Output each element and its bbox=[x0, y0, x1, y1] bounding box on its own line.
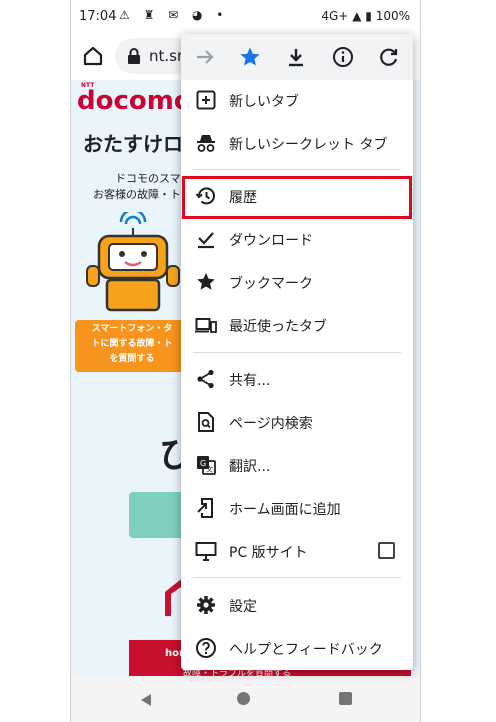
menu-item-label: PC 版サイト bbox=[229, 545, 308, 561]
status-right: 4G+ ▲ ▮ 100% bbox=[321, 9, 410, 23]
info-icon[interactable] bbox=[331, 45, 355, 69]
battery-icon: ▮ bbox=[365, 9, 372, 23]
page-title: おたすけロ bbox=[83, 132, 183, 156]
menu-item-label: ページ内検索 bbox=[229, 416, 313, 432]
translate-icon: G文 bbox=[195, 454, 217, 476]
home-icon[interactable] bbox=[81, 44, 105, 68]
menu-divider bbox=[193, 169, 401, 170]
signal-icon: ▲ bbox=[352, 9, 362, 23]
menu-item-label: 共有... bbox=[229, 373, 271, 389]
menu-item-recent-tabs[interactable]: 最近使ったタブ bbox=[181, 304, 413, 347]
ask-question-line3: を質問する bbox=[109, 354, 155, 364]
status-time: 17:04 bbox=[79, 9, 117, 24]
teal-button[interactable] bbox=[129, 492, 189, 538]
menu-item-new-tab[interactable]: 新しいタブ bbox=[181, 79, 413, 122]
add-to-home-icon bbox=[195, 497, 217, 519]
settings-gear-icon bbox=[195, 594, 217, 616]
menu-item-bookmarks[interactable]: ブックマーク bbox=[181, 261, 413, 304]
share-icon bbox=[195, 368, 217, 390]
menu-item-help-feedback[interactable]: ヘルプとフィードバック bbox=[181, 627, 413, 670]
menu-divider bbox=[193, 577, 401, 578]
desktop-icon bbox=[195, 540, 217, 562]
browser-menu: 新しいタブ 新しいシークレット タブ 履歴 ダウンロード ブックマーク 最近使っ… bbox=[181, 34, 413, 670]
menu-item-downloads[interactable]: ダウンロード bbox=[181, 218, 413, 261]
phone-screen: 17:04 ⚠ ♜ ✉ ◕ • 4G+ ▲ ▮ 100% nt.sm NTT d… bbox=[70, 0, 421, 722]
download-icon[interactable] bbox=[284, 45, 308, 69]
find-in-page-icon bbox=[195, 411, 217, 433]
menu-item-new-incognito-tab[interactable]: 新しいシークレット タブ bbox=[181, 122, 413, 165]
menu-item-label: 新しいシークレット タブ bbox=[229, 137, 388, 153]
menu-item-label: 設定 bbox=[229, 599, 257, 615]
network-type: 4G+ bbox=[321, 9, 349, 23]
reload-icon[interactable] bbox=[377, 45, 401, 69]
svg-text:文: 文 bbox=[206, 465, 213, 474]
recent-tabs-icon bbox=[195, 314, 217, 336]
menu-item-share[interactable]: 共有... bbox=[181, 358, 413, 401]
ask-question-button[interactable]: スマートフォン・タ トに関する故障・ト を質問する bbox=[75, 320, 189, 372]
menu-item-find-in-page[interactable]: ページ内検索 bbox=[181, 401, 413, 444]
downloads-icon bbox=[195, 228, 217, 250]
lock-icon bbox=[127, 48, 141, 64]
menu-divider bbox=[193, 352, 401, 353]
desktop-site-checkbox[interactable] bbox=[378, 542, 395, 559]
menu-toolbar bbox=[181, 34, 413, 80]
docomo-logo[interactable]: docomo bbox=[77, 86, 192, 116]
incognito-icon bbox=[195, 132, 217, 154]
menu-item-desktop-site[interactable]: PC 版サイト bbox=[181, 530, 413, 573]
menu-item-settings[interactable]: 設定 bbox=[181, 584, 413, 627]
forward-arrow-icon[interactable] bbox=[193, 45, 217, 69]
menu-item-label: ヘルプとフィードバック bbox=[229, 642, 383, 658]
ask-question-line2: トに関する故障・ト bbox=[91, 339, 173, 349]
ask-question-line1: スマートフォン・タ bbox=[91, 324, 173, 334]
recents-square-icon[interactable] bbox=[339, 692, 352, 705]
menu-item-label: ホーム画面に追加 bbox=[229, 502, 341, 518]
new-tab-icon bbox=[195, 89, 217, 111]
menu-item-add-to-home[interactable]: ホーム画面に追加 bbox=[181, 487, 413, 530]
page-subtitle-2: お客様の故障・ト bbox=[93, 188, 181, 201]
menu-item-label: ブックマーク bbox=[229, 276, 313, 292]
android-nav-bar bbox=[71, 676, 420, 722]
menu-item-label: 新しいタブ bbox=[229, 94, 299, 110]
back-icon[interactable] bbox=[139, 692, 153, 711]
home-circle-icon[interactable] bbox=[237, 692, 250, 705]
help-icon bbox=[195, 637, 217, 659]
status-bar: 17:04 ⚠ ♜ ✉ ◕ • 4G+ ▲ ▮ 100% bbox=[71, 0, 420, 32]
bookmark-star-icon[interactable] bbox=[238, 45, 262, 69]
menu-item-translate[interactable]: G文 翻訳... bbox=[181, 444, 413, 487]
bookmark-star-icon bbox=[195, 271, 217, 293]
menu-item-label: ダウンロード bbox=[229, 233, 313, 249]
menu-item-label: 翻訳... bbox=[229, 459, 271, 475]
history-highlight-box bbox=[182, 176, 412, 219]
battery-percent: 100% bbox=[375, 9, 410, 23]
notification-icons: ⚠ ♜ ✉ ◕ • bbox=[119, 8, 229, 22]
robot-mascot-image bbox=[85, 208, 181, 318]
menu-item-label: 最近使ったタブ bbox=[229, 319, 327, 335]
